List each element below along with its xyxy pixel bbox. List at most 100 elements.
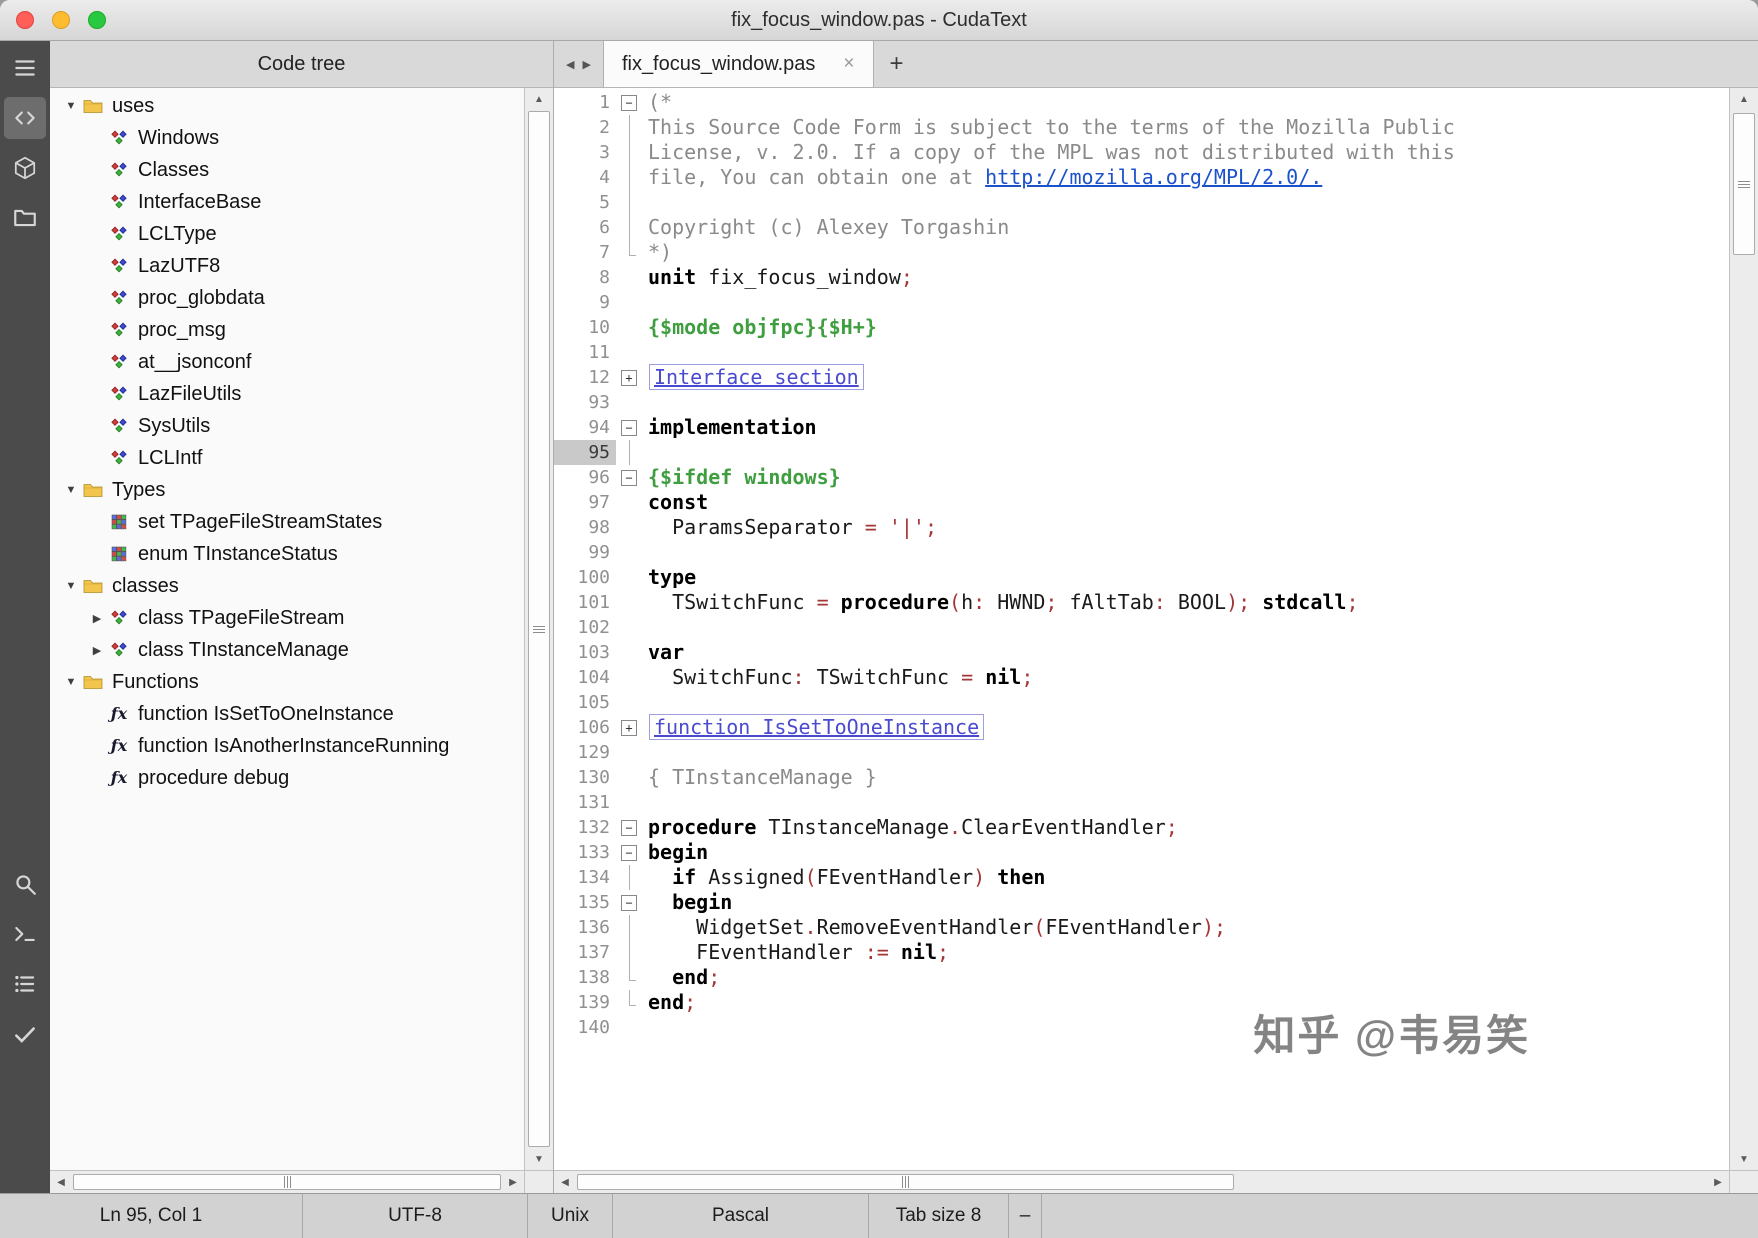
fold-expand-icon[interactable]: + (621, 369, 637, 386)
editor-code-area[interactable]: 1− (* 2 This Source Code Form is subject to… (554, 88, 1729, 1170)
fold-collapse-icon[interactable]: − (621, 844, 637, 861)
scroll-left-icon[interactable]: ◀ (554, 1171, 576, 1193)
code-text[interactable]: unit fix_focus_window; (642, 265, 913, 290)
tree-item[interactable]: ▼ Functions (50, 666, 524, 698)
tree-item[interactable]: ƒx procedure debug (50, 762, 524, 794)
code-text[interactable]: implementation (642, 415, 817, 440)
tree-item[interactable]: ▶ class TPageFileStream (50, 602, 524, 634)
activity-check-button[interactable] (4, 1013, 46, 1055)
code-text[interactable]: TSwitchFunc = procedure(h: HWND; fAltTab… (642, 590, 1358, 615)
scroll-up-icon[interactable]: ▲ (525, 88, 553, 110)
code-text[interactable]: WidgetSet.RemoveEventHandler(FEventHandl… (642, 915, 1226, 940)
tree-item[interactable]: ▼ uses (50, 90, 524, 122)
code-text[interactable]: SwitchFunc: TSwitchFunc = nil; (642, 665, 1033, 690)
code-text[interactable]: Copyright (c) Alexey Torgashin (642, 215, 1009, 240)
code-text[interactable]: {$mode objfpc}{$H+} (642, 315, 877, 340)
code-text[interactable]: function IsSetToOneInstance (642, 714, 985, 740)
activity-search-button[interactable] (4, 863, 46, 905)
tree-item[interactable]: InterfaceBase (50, 186, 524, 218)
code-text[interactable]: ParamsSeparator = '|'; (642, 515, 937, 540)
tree-item[interactable]: LazFileUtils (50, 378, 524, 410)
code-text[interactable] (642, 690, 648, 715)
minimize-window-button[interactable] (52, 11, 70, 29)
tree-item[interactable]: proc_msg (50, 314, 524, 346)
code-text[interactable] (642, 740, 648, 765)
scroll-right-icon[interactable]: ▶ (502, 1171, 524, 1193)
code-text[interactable]: FEventHandler := nil; (642, 940, 949, 965)
tree-item[interactable]: proc_globdata (50, 282, 524, 314)
chevron-right-icon[interactable]: ▶ (86, 644, 108, 657)
code-text[interactable] (642, 790, 648, 815)
activity-package-button[interactable] (4, 147, 46, 189)
tree-item[interactable]: ƒx function IsSetToOneInstance (50, 698, 524, 730)
tree-horizontal-scrollbar[interactable]: ◀ ▶ (50, 1171, 524, 1193)
tree-item[interactable]: ▶ class TInstanceManage (50, 634, 524, 666)
code-text[interactable] (642, 190, 648, 215)
code-text[interactable] (642, 390, 648, 415)
status-caret[interactable]: Ln 95, Col 1 (0, 1194, 303, 1238)
activity-code-button[interactable] (4, 97, 46, 139)
code-text[interactable]: const (642, 490, 708, 515)
status-message[interactable] (1042, 1194, 1758, 1238)
status-line-ends[interactable]: Unix (528, 1194, 613, 1238)
tree-item[interactable]: ƒx function IsAnotherInstanceRunning (50, 730, 524, 762)
code-text[interactable]: if Assigned(FEventHandler) then (642, 865, 1045, 890)
code-text[interactable]: begin (642, 890, 732, 915)
code-text[interactable]: This Source Code Form is subject to the … (642, 115, 1455, 140)
code-tree-list[interactable]: ▼ uses Windows Classes InterfaceBase LCLType L… (50, 88, 524, 1170)
tree-vertical-scrollbar[interactable]: ▲ ▼ (524, 88, 553, 1170)
chevron-right-icon[interactable]: ▶ (86, 612, 108, 625)
fold-collapse-icon[interactable]: − (621, 419, 637, 436)
tree-item[interactable]: at__jsonconf (50, 346, 524, 378)
activity-folder-button[interactable] (4, 197, 46, 239)
code-text[interactable]: Interface section (642, 364, 864, 390)
editor-vscroll-thumb[interactable] (1733, 113, 1755, 255)
activity-menu-button[interactable] (4, 47, 46, 89)
code-text[interactable] (642, 340, 648, 365)
code-text[interactable]: begin (642, 840, 708, 865)
code-text[interactable]: {$ifdef windows} (642, 465, 841, 490)
scroll-down-icon[interactable]: ▼ (1730, 1148, 1758, 1170)
fold-collapse-icon[interactable]: − (621, 94, 637, 111)
editor-vertical-scrollbar[interactable]: ▲ ▼ (1729, 88, 1758, 1170)
status-lexer[interactable]: Pascal (613, 1194, 869, 1238)
tree-item[interactable]: ▼ classes (50, 570, 524, 602)
tab-close-icon[interactable]: × (843, 53, 854, 75)
status-encoding[interactable]: UTF-8 (303, 1194, 528, 1238)
chevron-down-icon[interactable]: ▼ (60, 484, 82, 496)
code-text[interactable] (642, 540, 648, 565)
chevron-down-icon[interactable]: ▼ (60, 100, 82, 112)
chevron-down-icon[interactable]: ▼ (60, 676, 82, 688)
scroll-up-icon[interactable]: ▲ (1730, 88, 1758, 110)
code-text[interactable] (642, 1015, 648, 1040)
editor-horizontal-scrollbar[interactable]: ◀ ▶ (554, 1171, 1729, 1193)
tree-item[interactable]: SysUtils (50, 410, 524, 442)
fold-collapse-icon[interactable]: − (621, 894, 637, 911)
tree-item[interactable]: LCLIntf (50, 442, 524, 474)
fold-expand-icon[interactable]: + (621, 719, 637, 736)
code-text[interactable]: type (642, 565, 696, 590)
tree-item[interactable]: set TPageFileStreamStates (50, 506, 524, 538)
code-text[interactable]: License, v. 2.0. If a copy of the MPL wa… (642, 140, 1455, 165)
activity-list-button[interactable] (4, 963, 46, 1005)
tree-vscroll-thumb[interactable] (528, 111, 550, 1147)
code-text[interactable]: end; (642, 965, 720, 990)
code-text[interactable]: file, You can obtain one at http://mozil… (642, 165, 1322, 190)
tree-item[interactable]: enum TInstanceStatus (50, 538, 524, 570)
tree-item[interactable]: Classes (50, 154, 524, 186)
tree-item[interactable]: ▼ Types (50, 474, 524, 506)
scroll-right-icon[interactable]: ▶ (1707, 1171, 1729, 1193)
zoom-window-button[interactable] (88, 11, 106, 29)
tree-item[interactable]: LCLType (50, 218, 524, 250)
code-text[interactable] (642, 290, 648, 315)
new-tab-button[interactable]: + (874, 41, 920, 87)
code-text[interactable] (642, 440, 648, 465)
code-text[interactable]: var (642, 640, 684, 665)
tab-active[interactable]: fix_focus_window.pas × (602, 41, 874, 87)
tree-hscroll-thumb[interactable] (73, 1174, 501, 1190)
fold-collapse-icon[interactable]: − (621, 469, 637, 486)
chevron-down-icon[interactable]: ▼ (60, 580, 82, 592)
editor-hscroll-thumb[interactable] (577, 1174, 1234, 1190)
status-tab-size[interactable]: Tab size 8 (869, 1194, 1009, 1238)
tree-item[interactable]: LazUTF8 (50, 250, 524, 282)
